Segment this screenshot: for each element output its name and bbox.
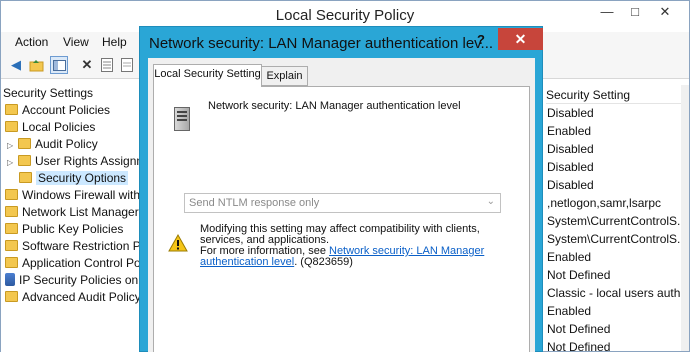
list-item[interactable]: Not Defined (547, 338, 687, 352)
list-item[interactable]: Enabled (547, 302, 687, 320)
policy-name: Network security: LAN Manager authentica… (208, 100, 461, 112)
tree-item[interactable]: Security Options (19, 170, 129, 187)
column-header-security-setting[interactable]: Security Setting (546, 86, 689, 104)
tree-item[interactable]: Software Restriction Policies (5, 238, 141, 255)
list-item[interactable]: Enabled (547, 248, 687, 266)
menu-help[interactable]: Help (102, 35, 127, 49)
folder-icon (18, 138, 31, 149)
maximize-button[interactable]: □ (622, 3, 648, 21)
tree-item-label: Security Options (36, 171, 129, 185)
list-item[interactable]: Not Defined (547, 320, 687, 338)
chevron-down-icon[interactable]: ⌄ (487, 196, 495, 207)
warning-icon (168, 234, 188, 252)
folder-icon (5, 104, 18, 115)
show-hide-tree-icon[interactable] (50, 56, 68, 74)
tree-item[interactable]: Public Key Policies (5, 221, 123, 238)
dialog-titlebar[interactable]: Network security: LAN Manager authentica… (140, 27, 543, 57)
folder-icon (5, 240, 18, 251)
dialog-close-button[interactable]: ✕ (498, 28, 543, 50)
list-item[interactable]: System\CurrentControlS... (547, 212, 687, 230)
expand-chevron-icon[interactable]: ▷ (7, 137, 16, 154)
tree-item[interactable]: Network List Manager Policies (5, 204, 141, 221)
server-policy-icon (174, 107, 190, 131)
menu-view[interactable]: View (63, 35, 89, 49)
tree-item-label: Software Restriction Policies (22, 239, 141, 253)
export-list-icon[interactable] (118, 56, 136, 74)
dialog-help-button[interactable]: ? (468, 29, 494, 51)
list-item[interactable]: Classic - local users auth... (547, 284, 687, 302)
tree-item-label: Advanced Audit Policy Configuration (22, 290, 141, 304)
list-item[interactable]: Not Defined (547, 266, 687, 284)
folder-icon (19, 172, 32, 183)
menu-action[interactable]: Action (15, 35, 48, 49)
folder-icon (5, 189, 18, 200)
list-item[interactable]: Disabled (547, 176, 687, 194)
tree-item[interactable]: ▷ User Rights Assignment (7, 153, 141, 170)
tree-item-label: User Rights Assignment (35, 154, 141, 168)
tree-item[interactable]: ▷ Audit Policy (7, 136, 98, 153)
warning-message: Modifying this setting may affect compat… (200, 223, 480, 246)
tree-item-label: Public Key Policies (22, 222, 124, 236)
minimize-button[interactable]: — (594, 3, 620, 21)
list-item[interactable]: Disabled (547, 140, 687, 158)
warning-suffix: . (Q823659) (294, 256, 353, 268)
tree-item[interactable]: Advanced Audit Policy Configuration (5, 289, 141, 306)
dialog-body: Local Security Setting Explain Network s… (148, 58, 535, 352)
tree-item-label: Local Policies (22, 120, 96, 134)
folder-icon (5, 121, 18, 132)
tree-item-label: Application Control Policies (22, 256, 141, 270)
tree-pane: Security Settings Account Policies Local P… (1, 84, 141, 352)
tree-item[interactable]: Local Policies (5, 119, 95, 136)
tab-local-security-setting[interactable]: Local Security Setting (153, 64, 262, 87)
warning-text: Modifying this setting may affect compat… (200, 224, 520, 268)
properties-icon[interactable] (98, 56, 116, 74)
policy-properties-dialog: Network security: LAN Manager authentica… (139, 26, 543, 352)
dialog-title: Network security: LAN Manager authentica… (149, 35, 494, 52)
tree-item[interactable]: Windows Firewall with Advanced Security (5, 187, 141, 204)
list-item[interactable]: Enabled (547, 122, 687, 140)
delete-icon[interactable]: ✕ (78, 56, 96, 74)
tree-item-label: Security Settings (3, 86, 94, 100)
back-arrow-icon[interactable]: ◀ (7, 56, 25, 74)
authentication-level-dropdown[interactable]: Send NTLM response only ⌄ (184, 193, 501, 213)
close-button[interactable]: ✕ (652, 3, 678, 21)
folder-icon (5, 206, 18, 217)
tree-item[interactable]: Application Control Policies (5, 255, 141, 272)
list-item[interactable]: ,netlogon,samr,lsarpc (547, 194, 687, 212)
folder-icon (5, 223, 18, 234)
tree-item-label: Network List Manager Policies (22, 205, 141, 219)
tab-explain[interactable]: Explain (261, 66, 308, 86)
tree-item[interactable]: IP Security Policies on Local Computer (5, 272, 141, 289)
tree-item-label: Account Policies (22, 103, 111, 117)
tree-item-label: IP Security Policies on Local Computer (19, 273, 141, 287)
tree-item[interactable]: Account Policies (5, 102, 110, 119)
folder-icon (5, 291, 18, 302)
tree-item-label: Audit Policy (35, 137, 98, 151)
tree-item[interactable]: Security Settings (3, 85, 93, 102)
list-item[interactable]: Disabled (547, 104, 687, 122)
tab-panel: Network security: LAN Manager authentica… (153, 86, 530, 352)
up-folder-icon[interactable] (27, 56, 45, 74)
list-item[interactable]: System\CurrentControlS... (547, 230, 687, 248)
ip-security-icon (5, 273, 15, 286)
folder-icon (18, 155, 31, 166)
vertical-scrollbar[interactable] (681, 85, 689, 351)
folder-icon (5, 257, 18, 268)
dropdown-value: Send NTLM response only (189, 197, 320, 209)
window-title: Local Security Policy (275, 7, 415, 24)
expand-chevron-icon[interactable]: ▷ (7, 154, 16, 171)
list-item[interactable]: Disabled (547, 158, 687, 176)
tree-item-label: Windows Firewall with Advanced Security (22, 188, 141, 202)
